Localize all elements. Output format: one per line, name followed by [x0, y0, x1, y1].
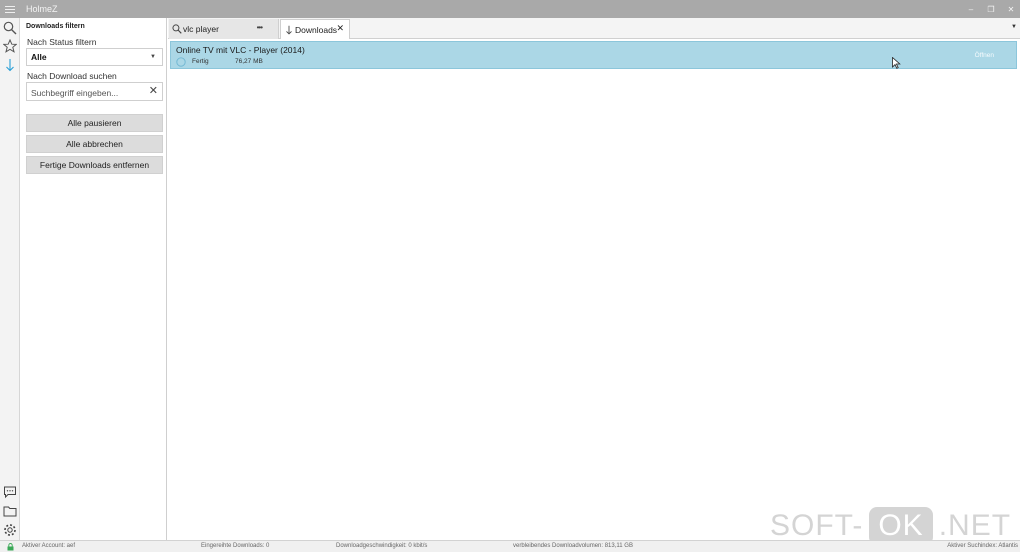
- download-row[interactable]: Online TV mit VLC - Player (2014) Fertig…: [170, 41, 1017, 69]
- star-icon: [3, 39, 17, 53]
- rail-search-button[interactable]: [2, 20, 18, 36]
- cancel-all-button[interactable]: Alle abbrechen: [26, 135, 163, 153]
- restore-button[interactable]: ❐: [986, 5, 996, 14]
- active-search-index: Aktiver Suchindex: Atlantis: [947, 543, 1018, 549]
- rail-folder-button[interactable]: [2, 503, 18, 519]
- remaining-volume: verbleibendes Downloadvolumen: 813,11 GB: [513, 543, 633, 549]
- download-search-input[interactable]: [27, 84, 145, 102]
- active-account: Aktiver Account: aef: [22, 543, 76, 549]
- mouse-cursor-icon: [892, 57, 901, 69]
- download-size: 76,27 MB: [235, 58, 263, 65]
- download-status: Fertig: [192, 58, 209, 65]
- app-title: HolmeZ: [26, 4, 58, 14]
- folder-icon: [3, 506, 17, 517]
- search-icon: [3, 21, 17, 35]
- download-title: Online TV mit VLC - Player (2014): [176, 45, 305, 55]
- download-filter-panel: Downloads filtern Nach Status filtern Al…: [20, 18, 167, 540]
- tab-search-vlc-player[interactable]: vlc player •••: [169, 19, 279, 39]
- open-download-link[interactable]: Öffnen: [975, 52, 994, 59]
- download-search-label: Nach Download suchen: [27, 71, 117, 81]
- close-button[interactable]: ✕: [1006, 5, 1016, 14]
- lock-icon: [7, 543, 14, 551]
- gear-icon: [4, 524, 16, 536]
- download-list: Online TV mit VLC - Player (2014) Fertig…: [168, 39, 1020, 540]
- chevron-down-icon: ▼: [150, 54, 156, 60]
- tab-downloads[interactable]: Downloads ✕: [280, 19, 350, 39]
- clear-search-icon[interactable]: ✕: [149, 85, 158, 98]
- status-filter-select[interactable]: Alle ▼: [26, 48, 163, 66]
- finished-status-icon: [176, 57, 186, 67]
- download-arrow-icon: [6, 59, 14, 72]
- download-search-box: ✕: [26, 82, 163, 102]
- status-bar: Aktiver Account: aef Eingereihte Downloa…: [0, 540, 1020, 552]
- tab-overflow-icon[interactable]: ▼: [1011, 24, 1017, 30]
- status-filter-label: Nach Status filtern: [27, 37, 97, 47]
- rail-settings-button[interactable]: [2, 522, 18, 538]
- watermark-left: SOFT-: [770, 509, 864, 542]
- chat-icon: [4, 486, 16, 499]
- pause-all-button[interactable]: Alle pausieren: [26, 114, 163, 132]
- status-filter-value: Alle: [31, 52, 47, 62]
- panel-title: Downloads filtern: [26, 23, 85, 30]
- navigation-rail: [0, 18, 20, 540]
- close-tab-icon[interactable]: ✕: [336, 23, 344, 34]
- window-controls: – ❐ ✕: [966, 0, 1016, 18]
- more-options-icon[interactable]: •••: [257, 23, 263, 32]
- download-speed: Downloadgeschwindigkeit: 0 kbit/s: [336, 543, 428, 549]
- queued-downloads: Eingereihte Downloads: 0: [201, 543, 270, 549]
- remove-finished-button[interactable]: Fertige Downloads entfernen: [26, 156, 163, 174]
- rail-downloads-button[interactable]: [2, 57, 18, 73]
- download-arrow-icon: [283, 24, 295, 36]
- watermark-right: .NET: [938, 509, 1012, 542]
- minimize-button[interactable]: –: [966, 5, 976, 14]
- hamburger-menu-icon[interactable]: [0, 0, 20, 18]
- title-bar: HolmeZ – ❐ ✕: [0, 0, 1020, 18]
- rail-favorites-button[interactable]: [2, 38, 18, 54]
- search-icon: [171, 23, 183, 35]
- tab-label: Downloads: [295, 24, 338, 35]
- tab-bar: vlc player ••• Downloads ✕ ▼: [168, 18, 1020, 39]
- rail-chat-button[interactable]: [2, 484, 18, 500]
- tab-label: vlc player: [183, 24, 219, 34]
